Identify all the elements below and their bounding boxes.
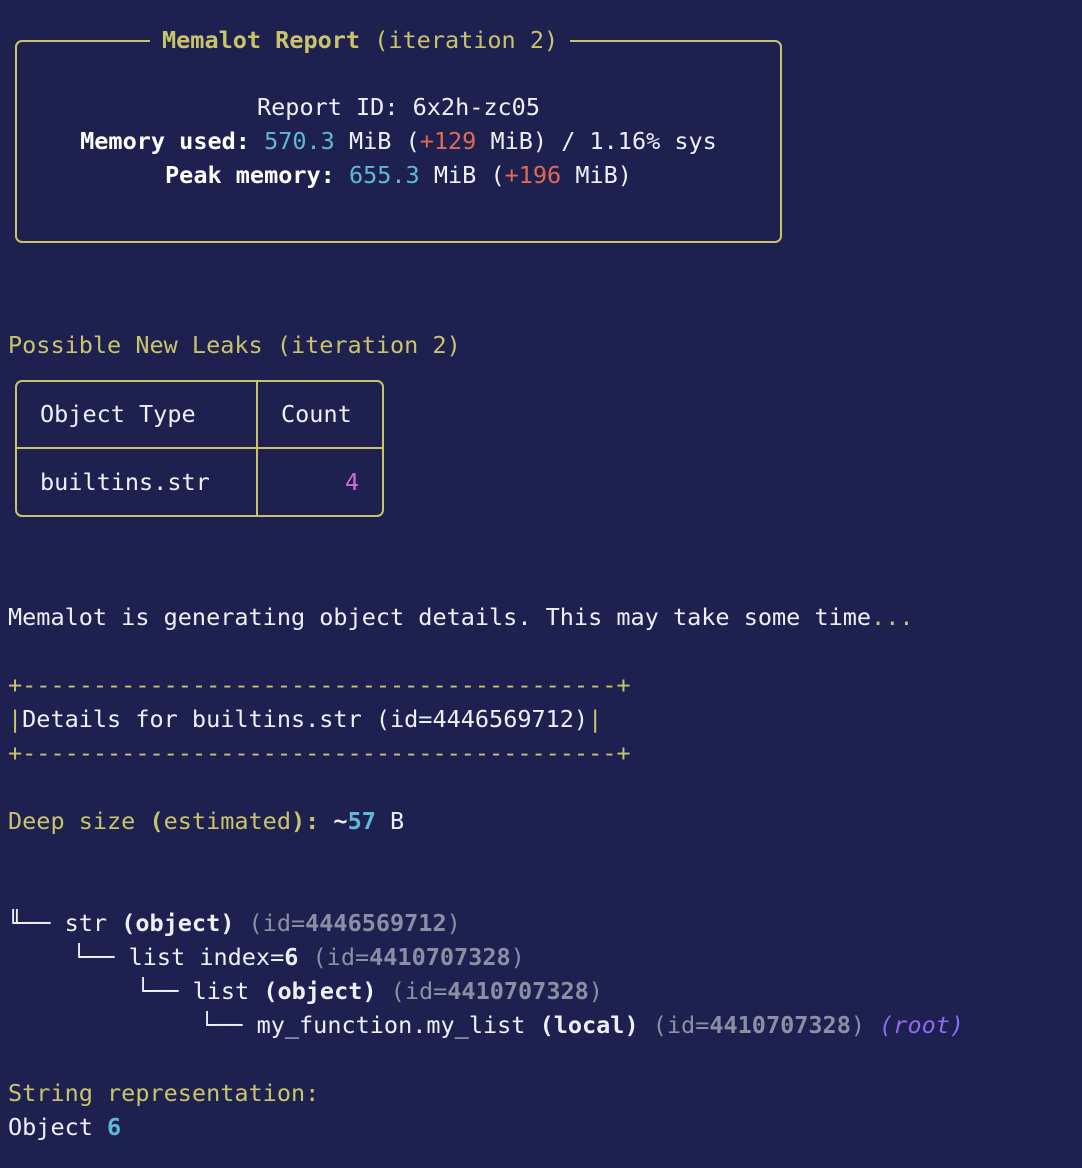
- memory-used-unit: MiB (: [334, 127, 420, 155]
- tree-node-id: 4410707328: [447, 977, 589, 1005]
- table-header-object-type: Object Type: [40, 400, 196, 428]
- tree-node-index: 6: [284, 943, 299, 971]
- memory-used-label: Memory used:: [80, 127, 250, 155]
- tree-node-name: str: [64, 909, 122, 937]
- tree-node-id: 4446569712: [305, 909, 447, 937]
- table-cell-count: 4: [344, 468, 359, 496]
- string-repr-word: Object: [8, 1113, 108, 1141]
- tree-node-id: 4410707328: [709, 1011, 851, 1039]
- generating-dots: ...: [871, 603, 914, 631]
- peak-memory-label: Peak memory:: [165, 161, 335, 189]
- peak-memory-line: Peak memory: 655.3 MiB (+196 MiB): [15, 158, 782, 192]
- tree-connector: ╙──: [8, 909, 65, 937]
- string-repr-label: String representation:: [8, 1079, 320, 1107]
- deep-size-tilde: ~: [319, 807, 348, 835]
- tree-connector: └──: [200, 1011, 257, 1039]
- tree-node-local: └── my_function.my_list (local) (id=4410…: [200, 1008, 964, 1042]
- tree-node-id-open: (id=: [638, 1011, 710, 1039]
- string-repr-number: 6: [107, 1113, 122, 1141]
- generating-text: Memalot is generating object details. Th…: [8, 603, 872, 631]
- report-id-line: Report ID: 6x2h-zc05: [15, 90, 782, 124]
- details-pipe-right: |: [588, 705, 603, 733]
- tree-node-id-close: ): [850, 1011, 865, 1039]
- string-repr-value: Object 6: [8, 1110, 121, 1144]
- tree-node-name: my_function.my_list: [256, 1011, 540, 1039]
- peak-memory-unit: MiB (: [419, 161, 505, 189]
- deep-size-value: 57: [347, 807, 376, 835]
- tree-node-name: list: [192, 977, 264, 1005]
- report-title-main: Memalot Report: [162, 26, 361, 54]
- tree-node-kind: (object): [263, 977, 377, 1005]
- tree-node-id-open: (id=: [376, 977, 448, 1005]
- details-title: Details for builtins.str (id=4446569712): [22, 705, 589, 733]
- table-header-count: Count: [281, 400, 352, 428]
- tree-node-id-close: ): [510, 943, 525, 971]
- tree-node-id-close: ): [446, 909, 461, 937]
- leaks-heading: Possible New Leaks (iteration 2): [8, 331, 461, 359]
- deep-size-estimated: estimated: [163, 807, 291, 835]
- tree-connector: └──: [72, 943, 129, 971]
- tree-node-name: list index=: [128, 943, 285, 971]
- details-title-line: |Details for builtins.str (id=4446569712…: [8, 702, 602, 736]
- details-border-top: +---------------------------------------…: [8, 671, 631, 699]
- peak-memory-delta: +196: [504, 161, 562, 189]
- tree-node-id-close: ): [588, 977, 603, 1005]
- table-header-divider: [17, 447, 382, 449]
- deep-size-label: Deep size: [8, 807, 150, 835]
- memory-used-value: 570.3: [264, 127, 335, 155]
- report-id-label: Report ID:: [257, 93, 413, 121]
- report-title: Memalot Report (iteration 2): [150, 23, 571, 57]
- memory-used-rest: MiB) / 1.16% sys: [476, 127, 717, 155]
- report-id-value: 6x2h-zc05: [412, 93, 540, 121]
- deep-size-paren-open: (: [149, 807, 164, 835]
- memory-used-delta: +129: [419, 127, 477, 155]
- deep-size-unit: B: [375, 807, 405, 835]
- deep-size-line: Deep size (estimated): ~57 B: [8, 804, 404, 838]
- tree-node-list-index: └── list index=6 (id=4410707328): [72, 940, 525, 974]
- peak-memory-rest: MiB): [561, 161, 632, 189]
- report-title-suffix: (iteration 2): [360, 26, 559, 54]
- tree-connector: └──: [136, 977, 193, 1005]
- tree-node-id-open: (id=: [234, 909, 306, 937]
- tree-node-kind: (local): [539, 1011, 639, 1039]
- generating-message: Memalot is generating object details. Th…: [8, 600, 914, 634]
- tree-node-str: ╙── str (object) (id=4446569712): [8, 906, 461, 940]
- memory-used-line: Memory used: 570.3 MiB (+129 MiB) / 1.16…: [15, 124, 782, 158]
- details-border-bottom: +---------------------------------------…: [8, 739, 631, 767]
- deep-size-paren-close: ):: [290, 807, 320, 835]
- table-cell-object-type: builtins.str: [40, 468, 210, 496]
- peak-memory-value: 655.3: [348, 161, 420, 189]
- tree-node-root-badge: (root): [865, 1011, 965, 1039]
- tree-node-id-open: (id=: [298, 943, 370, 971]
- leaks-table: Object Type Count builtins.str 4: [15, 380, 384, 517]
- tree-node-kind: (object): [121, 909, 235, 937]
- tree-node-list-object: └── list (object) (id=4410707328): [136, 974, 603, 1008]
- tree-node-id: 4410707328: [369, 943, 511, 971]
- details-pipe-left: |: [8, 705, 23, 733]
